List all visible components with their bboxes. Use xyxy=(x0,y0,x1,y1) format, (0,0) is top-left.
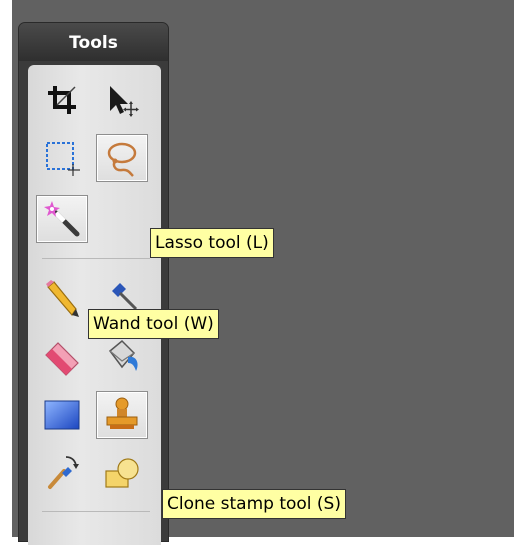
pencil-tool-button[interactable] xyxy=(36,275,88,323)
tools-grid xyxy=(28,65,161,545)
tools-separator xyxy=(42,511,150,512)
pencil-icon xyxy=(46,280,79,317)
paint-bucket-icon xyxy=(108,339,138,371)
gradient-icon xyxy=(44,400,80,430)
recolor-tool-button[interactable] xyxy=(36,449,88,497)
tools-separator xyxy=(42,258,150,259)
move-selection-icon xyxy=(110,86,139,117)
clone-stamp-tooltip: Clone stamp tool (S) xyxy=(162,489,346,519)
gradient-tool-button[interactable] xyxy=(36,391,88,439)
crop-icon xyxy=(48,86,76,114)
recolor-icon xyxy=(48,456,79,489)
magic-wand-icon xyxy=(44,201,80,237)
rectangle-select-tool-button[interactable] xyxy=(36,134,88,182)
lasso-tool-button[interactable] xyxy=(96,134,148,182)
eraser-icon xyxy=(45,342,79,376)
crop-tool-button[interactable] xyxy=(36,76,88,124)
lasso-tooltip: Lasso tool (L) xyxy=(150,228,274,258)
clone-stamp-tool-button[interactable] xyxy=(96,391,148,439)
move-selection-tool-button[interactable] xyxy=(96,76,148,124)
magic-wand-tool-button[interactable] xyxy=(36,195,88,243)
rectangle-select-icon xyxy=(46,142,80,176)
shapes-icon xyxy=(105,458,139,488)
lasso-icon xyxy=(107,142,137,177)
shapes-tool-button[interactable] xyxy=(96,449,148,497)
tools-panel: Tools xyxy=(18,22,169,545)
wand-tooltip: Wand tool (W) xyxy=(88,309,219,339)
tools-panel-title: Tools xyxy=(69,33,118,53)
eraser-tool-button[interactable] xyxy=(36,333,88,381)
clone-stamp-icon xyxy=(106,397,138,429)
paint-bucket-tool-button[interactable] xyxy=(96,333,148,381)
tools-panel-header[interactable]: Tools xyxy=(19,23,168,61)
